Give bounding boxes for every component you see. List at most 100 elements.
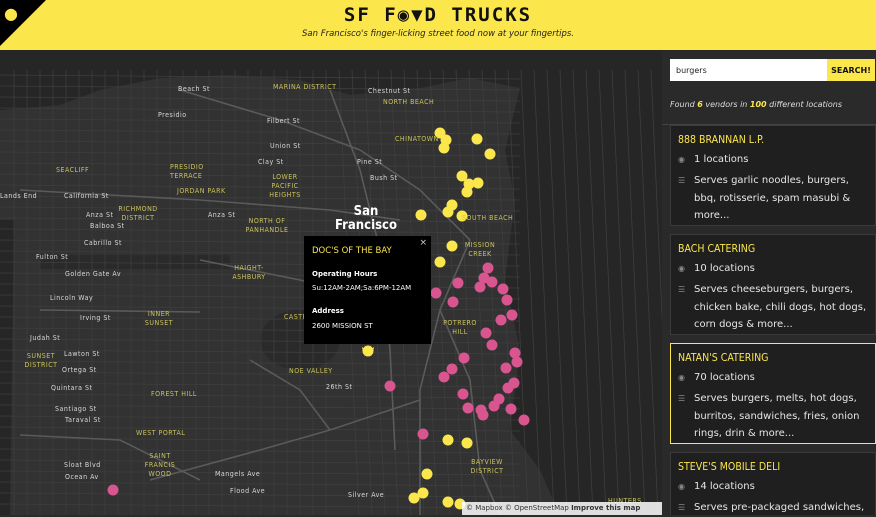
vendor-locations: ◉ 70 locations: [678, 372, 755, 383]
vendor-locations: ◉ 14 locations: [678, 481, 755, 492]
vendor-marker[interactable]: [461, 437, 473, 449]
vendor-marker[interactable]: [461, 186, 473, 198]
vendor-marker[interactable]: [474, 281, 486, 293]
vendor-marker[interactable]: [442, 496, 454, 508]
vendor-marker[interactable]: [458, 352, 470, 364]
street-label: Sloat Blvd: [64, 461, 101, 469]
vendor-name: 888 BRANNAN L.P.: [678, 134, 765, 146]
vendor-description-text: Serves cheeseburgers, burgers, chicken b…: [694, 284, 867, 330]
street-label: Clay St: [258, 158, 284, 166]
vendor-marker[interactable]: [500, 362, 512, 374]
utensils-icon: ☰: [678, 285, 686, 294]
vendor-marker[interactable]: [442, 434, 454, 446]
results-suffix: different locations: [766, 100, 843, 109]
street-label: California St: [64, 192, 109, 200]
vendor-name: NATAN'S CATERING: [678, 352, 769, 364]
vendor-marker[interactable]: [501, 294, 513, 306]
vendor-marker[interactable]: [486, 339, 498, 351]
vendor-marker[interactable]: [497, 283, 509, 295]
site-logo[interactable]: SF F◉▼D TRUCKS: [0, 4, 876, 26]
vendor-marker[interactable]: [471, 133, 483, 145]
vendor-marker[interactable]: [107, 484, 119, 496]
vendor-description: ☰ Serves garlic noodles, burgers, bbq, ro…: [678, 172, 870, 225]
vendor-popup: DOC'S OF THE BAY × Operating Hours Su:12…: [304, 236, 431, 344]
map-pin-icon: ◉: [678, 155, 685, 164]
street-label: Ocean Av: [65, 473, 99, 481]
utensils-icon: ☰: [678, 503, 686, 512]
vendor-card[interactable]: STEVE'S MOBILE DELI ◉ 14 locations ☰ Serve…: [670, 452, 876, 515]
vendor-marker[interactable]: [477, 409, 489, 421]
vendor-marker[interactable]: [442, 206, 454, 218]
vendor-marker[interactable]: [446, 240, 458, 252]
popup-hours: Su:12AM-2AM;Sa:6PM-12AM: [312, 284, 412, 292]
neighborhood-label: SUNSET DISTRICT: [24, 352, 58, 369]
vendor-marker[interactable]: [430, 287, 442, 299]
vendor-marker[interactable]: [495, 314, 507, 326]
vendor-location-count: 70 locations: [694, 372, 755, 383]
vendor-card[interactable]: 888 BRANNAN L.P. ◉ 1 locations ☰ Serves ga…: [670, 125, 876, 226]
vendor-marker[interactable]: [511, 356, 523, 368]
neighborhood-label: NORTH BEACH: [383, 98, 435, 106]
vendor-marker[interactable]: [446, 363, 458, 375]
vendor-marker[interactable]: [484, 148, 496, 160]
vendor-marker[interactable]: [447, 296, 459, 308]
neighborhood-label: FOREST HILL: [151, 390, 197, 398]
street-label: Ortega St: [62, 366, 97, 374]
vendor-marker[interactable]: [486, 276, 498, 288]
vendor-marker[interactable]: [438, 371, 450, 383]
vendor-locations: ◉ 1 locations: [678, 154, 748, 165]
street-label: Quintara St: [51, 384, 93, 392]
vendor-description: ☰ Serves cheeseburgers, burgers, chicken …: [678, 281, 870, 334]
vendor-marker[interactable]: [384, 380, 396, 392]
vendor-marker[interactable]: [472, 177, 484, 189]
neighborhood-label: SEACLIFF: [56, 166, 90, 174]
street-label: Presidio: [158, 111, 187, 119]
neighborhood-label: NOE VALLEY: [289, 367, 333, 375]
vendor-marker[interactable]: [417, 428, 429, 440]
map-canvas[interactable]: Beach St MARINA DISTRICT Chestnut St NOR…: [0, 50, 662, 515]
vendor-marker[interactable]: [480, 327, 492, 339]
vendor-marker[interactable]: [434, 256, 446, 268]
vendor-marker[interactable]: [502, 382, 514, 394]
neighborhood-label: JORDAN PARK: [177, 187, 226, 195]
vendor-marker[interactable]: [462, 402, 474, 414]
street-label: Flood Ave: [230, 487, 266, 495]
vendor-description-text: Serves pre-packaged sandwiches,: [694, 502, 865, 513]
map-pin-icon: ◉: [678, 264, 685, 273]
results-middle: vendors in: [702, 100, 750, 109]
neighborhood-label: SAINT FRANCIS WOOD: [144, 452, 176, 478]
attribution-text: © Mapbox © OpenStreetMap: [466, 504, 572, 512]
map-pin-icon: ◉: [678, 373, 685, 382]
vendor-description: ☰ Serves burgers, melts, hot dogs, burrit…: [678, 390, 870, 443]
vendor-marker[interactable]: [438, 142, 450, 154]
vendor-marker[interactable]: [518, 414, 530, 426]
vendor-marker[interactable]: [482, 262, 494, 274]
street-label: Lincoln Way: [50, 294, 94, 302]
vendor-marker[interactable]: [415, 209, 427, 221]
vendor-marker[interactable]: [488, 400, 500, 412]
popup-address-label: Address: [312, 307, 344, 315]
vendor-marker[interactable]: [452, 277, 464, 289]
close-icon[interactable]: ×: [419, 238, 427, 248]
search-button[interactable]: SEARCH!: [827, 59, 875, 81]
vendor-card[interactable]: BACH CATERING ◉ 10 locations ☰ Serves chee…: [670, 234, 876, 335]
vendor-marker[interactable]: [421, 468, 433, 480]
results-summary: Found 6 vendors in 100 different locatio…: [670, 100, 842, 109]
improve-map-link[interactable]: Improve this map: [571, 504, 640, 512]
location-count: 100: [749, 100, 767, 109]
street-label: Union St: [270, 142, 301, 150]
neighborhood-label: NORTH OF PANHANDLE: [245, 217, 289, 234]
vendor-marker[interactable]: [506, 309, 518, 321]
vendor-card-selected[interactable]: NATAN'S CATERING ◉ 70 locations ☰ Serves b…: [670, 343, 876, 444]
popup-hours-label: Operating Hours: [312, 270, 378, 278]
search-input[interactable]: [670, 59, 827, 81]
neighborhood-label: LOWER PACIFIC HEIGHTS: [269, 173, 301, 199]
vendor-marker[interactable]: [457, 388, 469, 400]
utensils-icon: ☰: [678, 394, 686, 403]
vendor-marker[interactable]: [408, 492, 420, 504]
neighborhood-label: INNER SUNSET: [144, 310, 174, 327]
neighborhood-label: MARINA DISTRICT: [273, 83, 337, 91]
vendor-marker[interactable]: [505, 403, 517, 415]
neighborhood-label: SOUTH BEACH: [462, 214, 514, 222]
street-label: Lands End: [0, 192, 38, 200]
